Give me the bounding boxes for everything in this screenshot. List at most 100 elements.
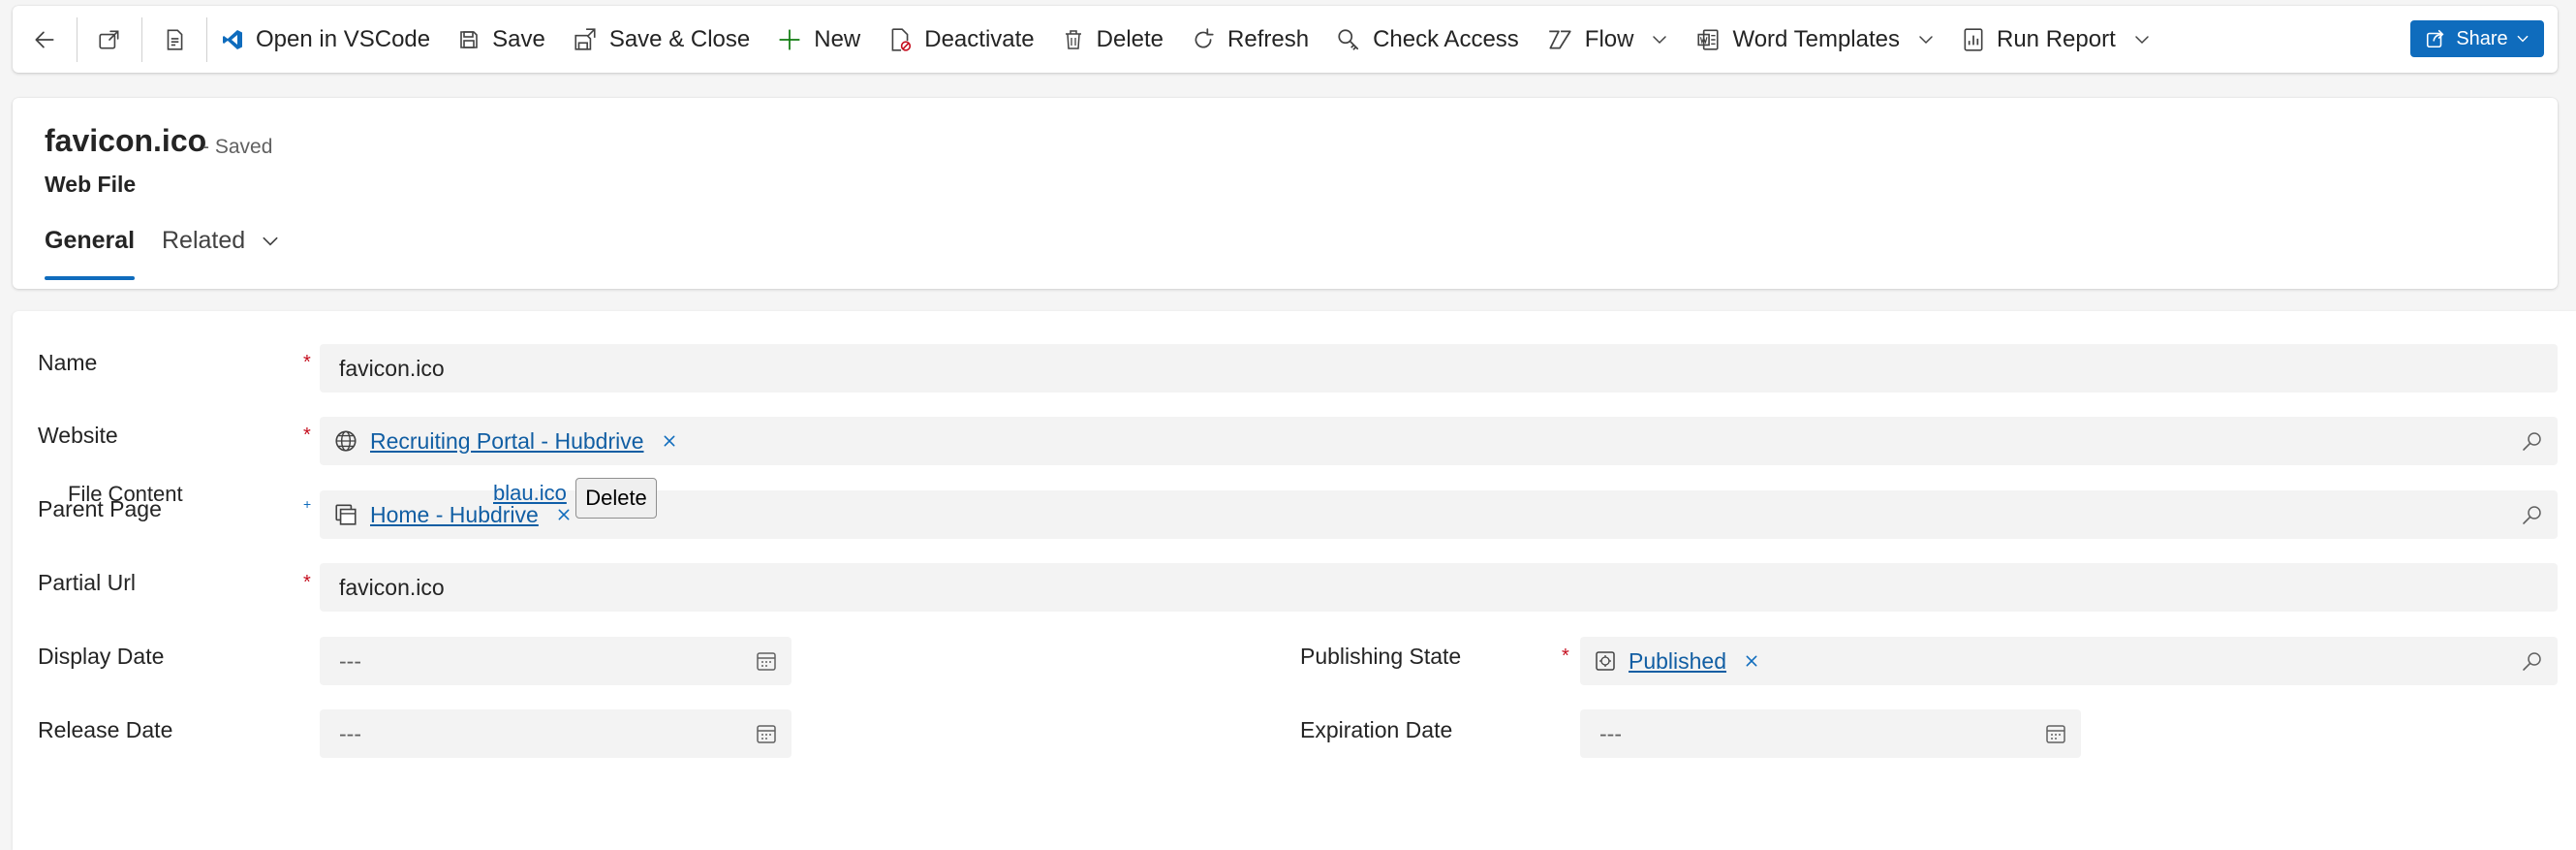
refresh-button[interactable]: Refresh (1177, 6, 1322, 73)
recommended-marker: + (303, 496, 312, 512)
display-date-value: --- (339, 647, 361, 674)
new-button[interactable]: New (763, 6, 874, 73)
flow-icon (1546, 27, 1573, 52)
display-date-label: Display Date (38, 644, 165, 669)
open-new-window-button[interactable] (78, 6, 141, 73)
save-and-close-icon (573, 27, 598, 52)
remove-value-icon[interactable] (556, 507, 572, 522)
expiration-date-field[interactable]: --- (1580, 709, 2081, 758)
save-label: Save (492, 25, 545, 52)
publishing-state-lookup-link[interactable]: Published (1629, 648, 1726, 675)
remove-value-icon[interactable] (1744, 653, 1759, 669)
release-date-field[interactable]: --- (320, 709, 791, 758)
name-label: Name (38, 350, 98, 375)
file-download-link[interactable]: blau.ico (493, 481, 567, 506)
plus-icon (777, 27, 802, 52)
share-label: Share (2456, 27, 2508, 49)
website-lookup-field[interactable]: Recruiting Portal - Hubdrive (320, 417, 2558, 465)
flow-button[interactable]: Flow (1533, 6, 1683, 73)
word-icon (1695, 27, 1721, 52)
open-in-vscode-button[interactable]: Open in VSCode (207, 6, 444, 73)
publishing-state-lookup-chip: Published (1594, 648, 1759, 675)
key-search-icon (1336, 27, 1361, 52)
save-button[interactable]: Save (444, 6, 559, 73)
save-and-close-button[interactable]: Save & Close (559, 6, 763, 73)
document-block-icon (887, 27, 913, 52)
form-switch-button[interactable] (142, 6, 206, 73)
back-button[interactable] (13, 6, 77, 73)
publishing-state-label: Publishing State (1300, 644, 1462, 669)
partial-url-value: favicon.ico (339, 574, 445, 600)
globe-icon (333, 428, 358, 454)
refresh-icon (1191, 27, 1216, 52)
record-header: favicon.ico - Saved Web File General Rel… (13, 98, 2558, 289)
share-icon (2425, 28, 2446, 49)
tab-related-label: Related (162, 227, 246, 254)
form-notes-icon (162, 27, 187, 52)
run-report-button[interactable]: Run Report (1948, 6, 2164, 73)
trash-icon (1062, 28, 1085, 51)
save-and-close-label: Save & Close (608, 25, 751, 52)
tab-general-label: General (45, 227, 136, 254)
save-status: - Saved (202, 136, 273, 158)
expiration-date-value: --- (1599, 720, 1622, 746)
tab-general[interactable]: General (45, 227, 136, 280)
required-marker: * (303, 572, 311, 593)
delete-button[interactable]: Delete (1048, 6, 1177, 73)
display-date-field[interactable]: --- (320, 637, 791, 685)
search-icon[interactable] (2521, 429, 2544, 453)
partial-url-label: Partial Url (38, 570, 136, 595)
calendar-icon[interactable] (755, 722, 778, 745)
general-form: Name * favicon.ico Website * Recruiting … (13, 311, 2576, 850)
file-content-label: File Content (68, 482, 183, 506)
word-templates-label: Word Templates (1732, 25, 1900, 52)
check-access-label: Check Access (1373, 25, 1519, 52)
required-marker: * (1562, 645, 1569, 667)
webpage-icon (333, 502, 358, 527)
delete-label: Delete (1096, 25, 1164, 52)
deactivate-button[interactable]: Deactivate (874, 6, 1047, 73)
expiration-date-label: Expiration Date (1300, 717, 1453, 742)
chevron-down-icon (2133, 31, 2151, 48)
word-templates-button[interactable]: Word Templates (1682, 6, 1948, 73)
chevron-down-icon (1651, 31, 1668, 48)
website-lookup-link[interactable]: Recruiting Portal - Hubdrive (370, 428, 644, 455)
website-lookup-chip: Recruiting Portal - Hubdrive (333, 428, 677, 455)
record-title: favicon.ico (45, 123, 207, 158)
release-date-value: --- (339, 720, 361, 746)
required-marker: * (303, 352, 311, 373)
check-access-button[interactable]: Check Access (1322, 6, 1533, 73)
run-report-label: Run Report (1997, 25, 2116, 52)
entity-name: Web File (45, 172, 137, 197)
share-button[interactable]: Share (2410, 20, 2544, 57)
calendar-icon[interactable] (2044, 722, 2067, 745)
flow-label: Flow (1584, 25, 1634, 52)
partial-url-field[interactable]: favicon.ico (320, 563, 2558, 612)
publishing-state-lookup-field[interactable]: Published (1580, 637, 2558, 685)
deactivate-label: Deactivate (924, 25, 1035, 52)
open-in-new-window-icon (97, 27, 122, 52)
chevron-down-icon (1917, 31, 1935, 48)
file-delete-button[interactable]: Delete (575, 478, 657, 519)
calendar-icon[interactable] (755, 649, 778, 673)
floppy-disk-icon (457, 28, 481, 51)
new-label: New (814, 25, 861, 52)
remove-value-icon[interactable] (662, 433, 677, 449)
open-in-vscode-label: Open in VSCode (256, 25, 431, 52)
name-value: favicon.ico (339, 355, 445, 381)
tab-related[interactable]: Related (162, 227, 280, 255)
release-date-label: Release Date (38, 717, 173, 742)
vscode-icon (221, 28, 244, 51)
chevron-down-icon (261, 232, 280, 251)
report-icon (1962, 27, 1985, 52)
command-bar: Open in VSCode Save Save & Close New Dea… (13, 6, 2558, 73)
refresh-label: Refresh (1227, 25, 1310, 52)
website-label: Website (38, 423, 118, 448)
name-field[interactable]: favicon.ico (320, 344, 2558, 393)
search-icon[interactable] (2521, 503, 2544, 526)
required-marker: * (303, 425, 311, 446)
chevron-down-icon (2516, 32, 2529, 46)
search-icon[interactable] (2521, 649, 2544, 673)
publishing-state-icon (1594, 649, 1617, 673)
back-arrow-icon (32, 27, 57, 52)
